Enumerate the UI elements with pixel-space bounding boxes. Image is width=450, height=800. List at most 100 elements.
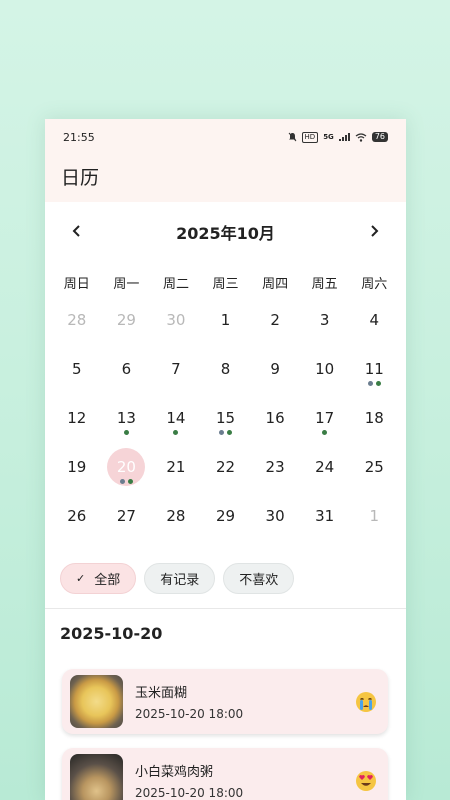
day-number: 18: [364, 409, 384, 427]
record-dots: [201, 430, 251, 435]
calendar-day[interactable]: 28: [151, 499, 201, 548]
day-number: 16: [265, 409, 285, 427]
calendar-day[interactable]: 22: [201, 450, 251, 499]
calendar-day-next-month[interactable]: 1: [349, 499, 399, 548]
meal-time: 2025-10-20 18:00: [135, 786, 244, 800]
calendar-day[interactable]: 31: [300, 499, 350, 548]
calendar-day[interactable]: 18: [349, 401, 399, 450]
meal-thumbnail: [70, 754, 123, 800]
day-number: 12: [67, 409, 87, 427]
day-number: 19: [67, 458, 87, 476]
filter-disliked-chip[interactable]: 不喜欢: [223, 563, 295, 594]
calendar-day[interactable]: 14: [151, 401, 201, 450]
calendar-day[interactable]: 25: [349, 450, 399, 499]
crying-face-icon: [356, 691, 376, 712]
record-dots: [151, 430, 201, 435]
calendar-day[interactable]: 26: [52, 499, 102, 548]
battery-indicator: 76: [371, 132, 388, 142]
calendar-week: 12 13 14 15 16 17 18: [52, 401, 399, 450]
filter-recorded-label: 有记录: [160, 573, 200, 588]
weekday-label: 周日: [63, 277, 90, 292]
record-dot: [375, 381, 381, 386]
selected-date-heading: 2025-10-20: [60, 624, 163, 643]
calendar-day[interactable]: 2: [250, 303, 300, 352]
calendar-day[interactable]: 23: [250, 450, 300, 499]
calendar-week: 5 6 7 8 9 10 11: [52, 352, 399, 401]
calendar-week: 28 29 30 1 2 3 4: [52, 303, 399, 352]
calendar-week: 26 27 28 29 30 31 1: [52, 499, 399, 548]
calendar-day[interactable]: 1: [201, 303, 251, 352]
calendar-day[interactable]: 4: [349, 303, 399, 352]
record-dots: [102, 479, 152, 484]
meal-card[interactable]: 小白菜鸡肉粥 2025-10-20 18:00: [62, 748, 388, 800]
record-dot: [227, 430, 233, 435]
day-number: 2: [270, 311, 280, 329]
weekday-label: 周四: [262, 277, 289, 292]
day-number: 26: [67, 507, 87, 525]
weekday-header: 周日 周一 周二 周三 周四 周五 周六: [52, 273, 399, 292]
month-title: 2025年10月: [176, 224, 275, 243]
record-dot: [173, 430, 179, 435]
calendar-day[interactable]: 10: [300, 352, 350, 401]
prev-month-button[interactable]: [65, 220, 89, 244]
calendar-day-prev-month[interactable]: 28: [52, 303, 102, 352]
weekday-label: 周一: [113, 277, 140, 292]
day-number: 31: [315, 507, 335, 525]
calendar-day[interactable]: 8: [201, 352, 251, 401]
calendar-week: 19 20 21 22 23 24 25: [52, 448, 399, 499]
meal-card[interactable]: 玉米面糊 2025-10-20 18:00: [62, 669, 388, 734]
day-number: 5: [72, 360, 82, 378]
record-dot: [123, 430, 129, 435]
calendar-day[interactable]: 24: [300, 450, 350, 499]
day-number: 28: [166, 507, 186, 525]
calendar-day[interactable]: 5: [52, 352, 102, 401]
day-number: 27: [116, 507, 136, 525]
filter-all-label: 全部: [94, 573, 121, 588]
calendar-day[interactable]: 19: [52, 450, 102, 499]
weekday-label: 周二: [162, 277, 189, 292]
day-number: 24: [315, 458, 335, 476]
meal-time: 2025-10-20 18:00: [135, 707, 244, 721]
day-number: 3: [319, 311, 330, 329]
meal-info: 小白菜鸡肉粥 2025-10-20 18:00: [135, 761, 354, 800]
dislike-dot: [367, 381, 373, 386]
calendar-day[interactable]: 7: [151, 352, 201, 401]
network-label: 5G: [323, 133, 334, 141]
record-dot: [127, 479, 133, 484]
calendar-day[interactable]: 27: [102, 499, 152, 548]
filter-chips: ✓ 全部 有记录 不喜欢: [60, 563, 295, 594]
wifi-icon: [355, 132, 367, 142]
day-number: 8: [220, 360, 231, 378]
calendar-day[interactable]: 16: [250, 401, 300, 450]
calendar-day[interactable]: 21: [151, 450, 201, 499]
calendar-day[interactable]: 13: [102, 401, 152, 450]
calendar-day[interactable]: 15: [201, 401, 251, 450]
page-title: 日历: [61, 167, 100, 189]
calendar-day[interactable]: 17: [300, 401, 350, 450]
calendar-day-prev-month[interactable]: 30: [151, 303, 201, 352]
calendar-day[interactable]: 12: [52, 401, 102, 450]
day-number: 7: [171, 360, 181, 378]
meal-name: 小白菜鸡肉粥: [135, 765, 214, 780]
day-number: 1: [220, 311, 231, 329]
calendar-day[interactable]: 6: [102, 352, 152, 401]
calendar-day[interactable]: 3: [300, 303, 350, 352]
calendar-day[interactable]: 30: [250, 499, 300, 548]
day-number: 6: [121, 360, 132, 378]
filter-recorded-chip[interactable]: 有记录: [144, 563, 216, 594]
calendar-grid: 28 29 30 1 2 3 4 5 6 7 8 9 10 11 12 13 1…: [52, 303, 399, 548]
calendar-day[interactable]: 29: [201, 499, 251, 548]
calendar-day[interactable]: 9: [250, 352, 300, 401]
calendar-day-selected[interactable]: 20: [102, 448, 152, 499]
day-number: 21: [166, 458, 186, 476]
filter-all-chip[interactable]: ✓ 全部: [60, 563, 137, 594]
top-bar: 21:55 HD 5G 76 日历: [45, 119, 406, 202]
status-icons: HD 5G 76: [288, 131, 388, 143]
hd-badge: HD: [301, 131, 319, 143]
day-number: 9: [270, 360, 280, 378]
calendar-day[interactable]: 11: [349, 352, 399, 401]
status-time: 21:55: [63, 130, 95, 144]
next-month-button[interactable]: [362, 220, 386, 244]
calendar-day-prev-month[interactable]: 29: [102, 303, 152, 352]
dislike-dot: [119, 479, 125, 484]
